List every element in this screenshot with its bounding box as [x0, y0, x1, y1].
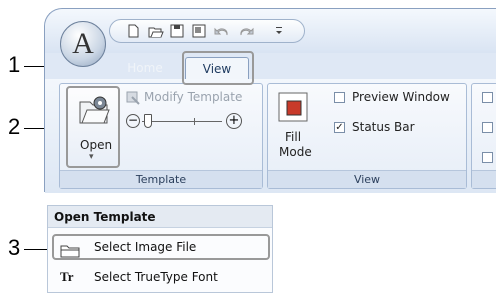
menu-item-select-image-file[interactable]: Select Image File: [52, 234, 270, 260]
status-bar-checkbox[interactable]: ✓: [334, 122, 345, 133]
callout-3: 3: [8, 235, 21, 260]
truetype-font-icon: Tr: [60, 269, 74, 284]
menu-title: Open Template: [48, 206, 272, 228]
select-image-file-label: Select Image File: [94, 240, 197, 254]
view-tab-highlight: [182, 51, 254, 85]
preview-window-label: Preview Window: [352, 90, 450, 104]
zoom-slider-track[interactable]: [142, 121, 222, 122]
open-button[interactable]: Open ▾: [66, 86, 120, 168]
menu-item-select-truetype-font[interactable]: Tr Select TrueType Font: [52, 264, 270, 290]
application-logo: A: [72, 27, 94, 60]
callout-1: 1: [8, 52, 21, 77]
partial-checkbox-1[interactable]: [482, 92, 493, 103]
fill-mode-icon: [278, 92, 308, 122]
fill-mode-label-line1: Fill: [285, 130, 302, 144]
zoom-out-button[interactable]: −: [126, 114, 140, 128]
partial-group: [471, 83, 496, 189]
callout-2: 2: [8, 114, 21, 139]
zoom-slider-tick: [194, 118, 195, 125]
ribbon: Open ▾ Modify Template − + Template Fill…: [45, 79, 496, 193]
view-group: Fill Mode Preview Window ✓ Status Bar Vi…: [267, 83, 467, 189]
application-button[interactable]: A: [60, 21, 106, 67]
status-bar-label: Status Bar: [352, 120, 415, 134]
fill-mode-label-line2: Mode: [279, 145, 312, 159]
customize-toolbar-icon[interactable]: [272, 24, 286, 38]
undo-icon[interactable]: [214, 24, 228, 38]
open-dropdown-arrow: ▾: [89, 152, 94, 162]
new-file-icon[interactable]: [126, 24, 140, 38]
title-bar: [45, 9, 496, 53]
partial-group-label: [472, 170, 496, 188]
modify-template-icon: [126, 90, 140, 105]
template-group: Open ▾ Modify Template − + Template: [59, 83, 263, 189]
zoom-in-button[interactable]: +: [226, 113, 242, 129]
view-group-label: View: [268, 170, 466, 188]
open-button-label: Open: [80, 138, 113, 152]
open-template-icon: [78, 94, 110, 126]
ribbon-tabs: Home View: [45, 53, 496, 79]
open-template-menu: Open Template Select Image File Tr Selec…: [47, 205, 273, 293]
modify-template-button[interactable]: Modify Template: [144, 90, 242, 104]
partial-checkbox-2[interactable]: [482, 122, 493, 133]
fill-mode-button[interactable]: Fill Mode: [272, 86, 314, 168]
partial-checkbox-3[interactable]: [482, 152, 493, 163]
select-truetype-font-label: Select TrueType Font: [94, 270, 218, 284]
zoom-out-label: −: [127, 113, 139, 127]
save-icon[interactable]: [170, 24, 184, 38]
redo-icon[interactable]: [238, 24, 254, 38]
zoom-slider-thumb[interactable]: [144, 114, 152, 128]
preview-window-checkbox[interactable]: [334, 92, 345, 103]
template-group-label: Template: [60, 170, 262, 188]
folder-icon: [60, 241, 80, 258]
zoom-in-label: +: [228, 113, 240, 128]
save-as-icon[interactable]: [192, 24, 206, 38]
quick-access-toolbar: [109, 19, 305, 43]
open-file-icon[interactable]: [148, 24, 164, 38]
app-window: Home View Open ▾ Modify Template − + Tem…: [44, 8, 496, 193]
tab-home[interactable]: Home: [115, 57, 175, 79]
